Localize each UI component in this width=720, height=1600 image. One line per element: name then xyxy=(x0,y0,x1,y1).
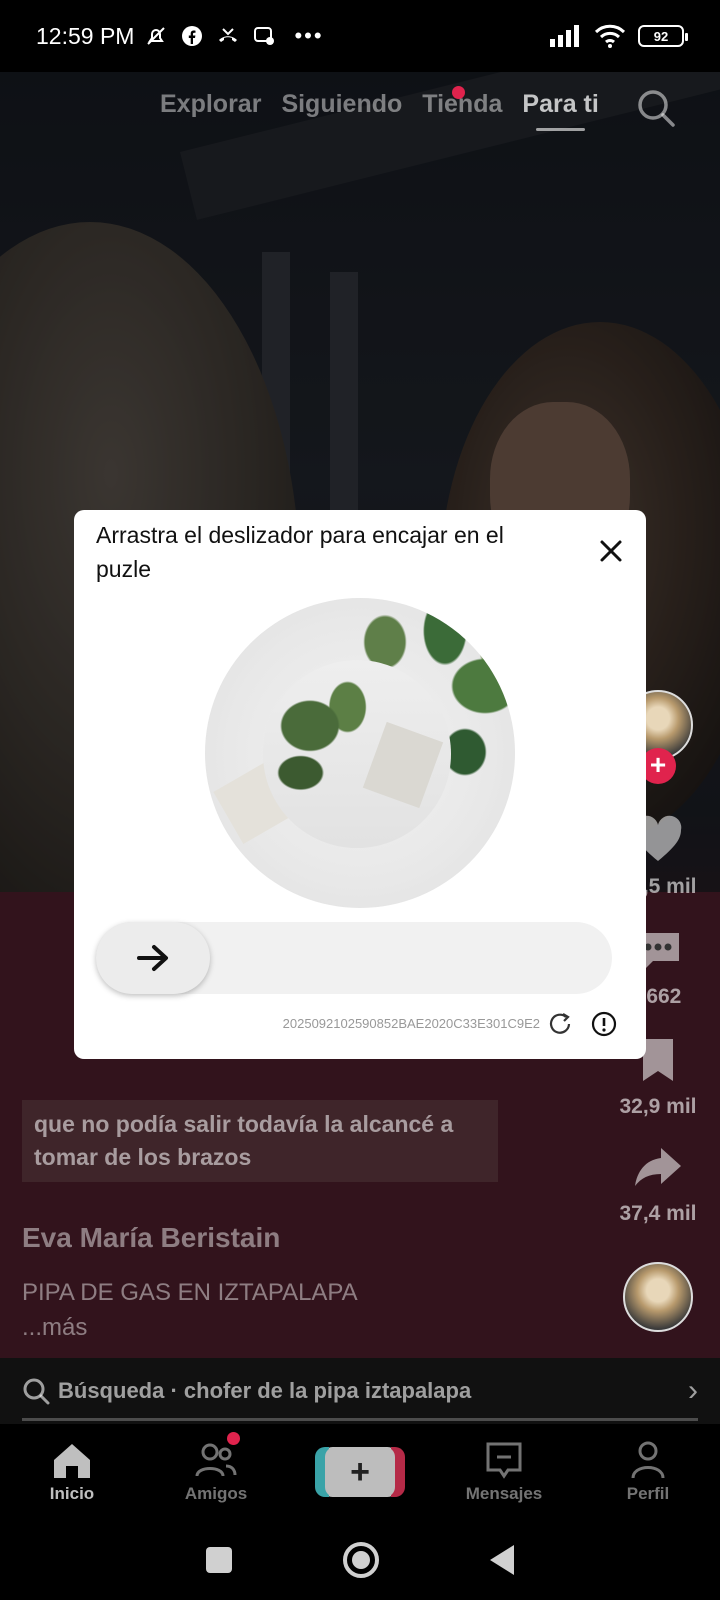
recents-button[interactable] xyxy=(205,1547,232,1573)
status-bar: 12:59 PM ••• 92 xyxy=(0,0,720,72)
video-description[interactable]: PIPA DE GAS EN IZTAPALAPA ...más xyxy=(22,1275,358,1345)
video-progress-bar[interactable] xyxy=(22,1418,698,1421)
captcha-slider-handle[interactable] xyxy=(96,922,210,994)
facebook-icon xyxy=(182,26,203,46)
nav-perfil-label: Perfil xyxy=(626,1484,670,1503)
info-icon[interactable] xyxy=(590,1010,618,1038)
messenger-icon xyxy=(254,27,275,45)
mute-icon xyxy=(147,27,166,45)
author-name[interactable]: Eva María Beristain xyxy=(22,1222,280,1254)
search-icon xyxy=(23,1378,50,1405)
friends-icon xyxy=(195,1443,237,1477)
share-icon xyxy=(635,1148,681,1186)
nav-mensajes[interactable]: Mensajes xyxy=(449,1440,559,1504)
nav-amigos[interactable]: Amigos xyxy=(161,1432,271,1504)
nav-inicio-label: Inicio xyxy=(49,1484,95,1503)
chevron-right-icon: › xyxy=(688,1374,698,1407)
create-button[interactable]: + xyxy=(315,1447,405,1497)
status-system-icons: 92 xyxy=(550,24,688,48)
nav-inicio[interactable]: Inicio xyxy=(17,1440,127,1504)
save-count: 32,9 mil xyxy=(619,1095,697,1118)
more-notifications: ••• xyxy=(294,23,324,48)
nav-create[interactable]: + xyxy=(305,1447,415,1497)
music-disc[interactable] xyxy=(610,1262,706,1332)
nav-mensajes-label: Mensajes xyxy=(465,1484,543,1503)
arrow-right-icon xyxy=(137,945,168,971)
nav-amigos-label: Amigos xyxy=(184,1484,248,1503)
tab-siguiendo[interactable]: Siguiendo xyxy=(281,90,402,119)
music-disc-avatar[interactable] xyxy=(623,1262,693,1332)
friends-notification-dot xyxy=(227,1432,240,1445)
related-search-bar[interactable]: Búsqueda · chofer de la pipa iztapalapa … xyxy=(0,1358,720,1424)
search-icon[interactable] xyxy=(636,88,676,128)
plus-icon: + xyxy=(350,1452,370,1491)
puzzle-piece xyxy=(263,660,451,848)
captcha-id: 2025092102590852BAE2020C33E301C9E2 xyxy=(282,1016,540,1031)
home-icon xyxy=(54,1444,90,1478)
top-feed-tabs: Explorar Siguiendo Tienda Para ti xyxy=(160,90,599,131)
signal-icon xyxy=(550,25,579,47)
messages-icon xyxy=(486,1442,522,1479)
related-search-text: Búsqueda · chofer de la pipa iztapalapa xyxy=(58,1378,472,1403)
refresh-icon[interactable] xyxy=(546,1010,574,1038)
profile-icon xyxy=(631,1441,665,1479)
close-icon[interactable] xyxy=(598,538,624,564)
home-button[interactable] xyxy=(342,1542,379,1578)
missed-call-icon xyxy=(219,28,238,42)
tab-para-ti[interactable]: Para ti xyxy=(522,90,599,131)
nav-perfil[interactable]: Perfil xyxy=(593,1440,703,1504)
share-button[interactable]: 37,4 mil xyxy=(610,1142,706,1226)
back-button[interactable] xyxy=(490,1545,515,1575)
more-link[interactable]: ...más xyxy=(22,1310,358,1345)
video-caption: que no podía salir todavía la alcancé a … xyxy=(22,1100,498,1182)
battery-indicator: 92 xyxy=(638,25,688,47)
share-count: 37,4 mil xyxy=(619,1202,697,1225)
puzzle-image xyxy=(205,598,515,908)
system-navigation xyxy=(0,1520,720,1600)
captcha-dialog: Arrastra el deslizador para encajar en e… xyxy=(74,510,646,1059)
tab-explorar[interactable]: Explorar xyxy=(160,90,261,119)
tienda-notification-dot xyxy=(452,86,465,99)
captcha-slider-track[interactable] xyxy=(96,922,612,994)
status-time: 12:59 PM xyxy=(36,22,135,49)
description-text: PIPA DE GAS EN IZTAPALAPA xyxy=(22,1279,358,1306)
status-notification-icons: ••• xyxy=(144,23,323,49)
wifi-icon xyxy=(594,24,626,48)
captcha-title: Arrastra el deslizador para encajar en e… xyxy=(96,522,504,582)
bottom-navigation: Inicio Amigos + Mensajes Perfil xyxy=(0,1424,720,1520)
